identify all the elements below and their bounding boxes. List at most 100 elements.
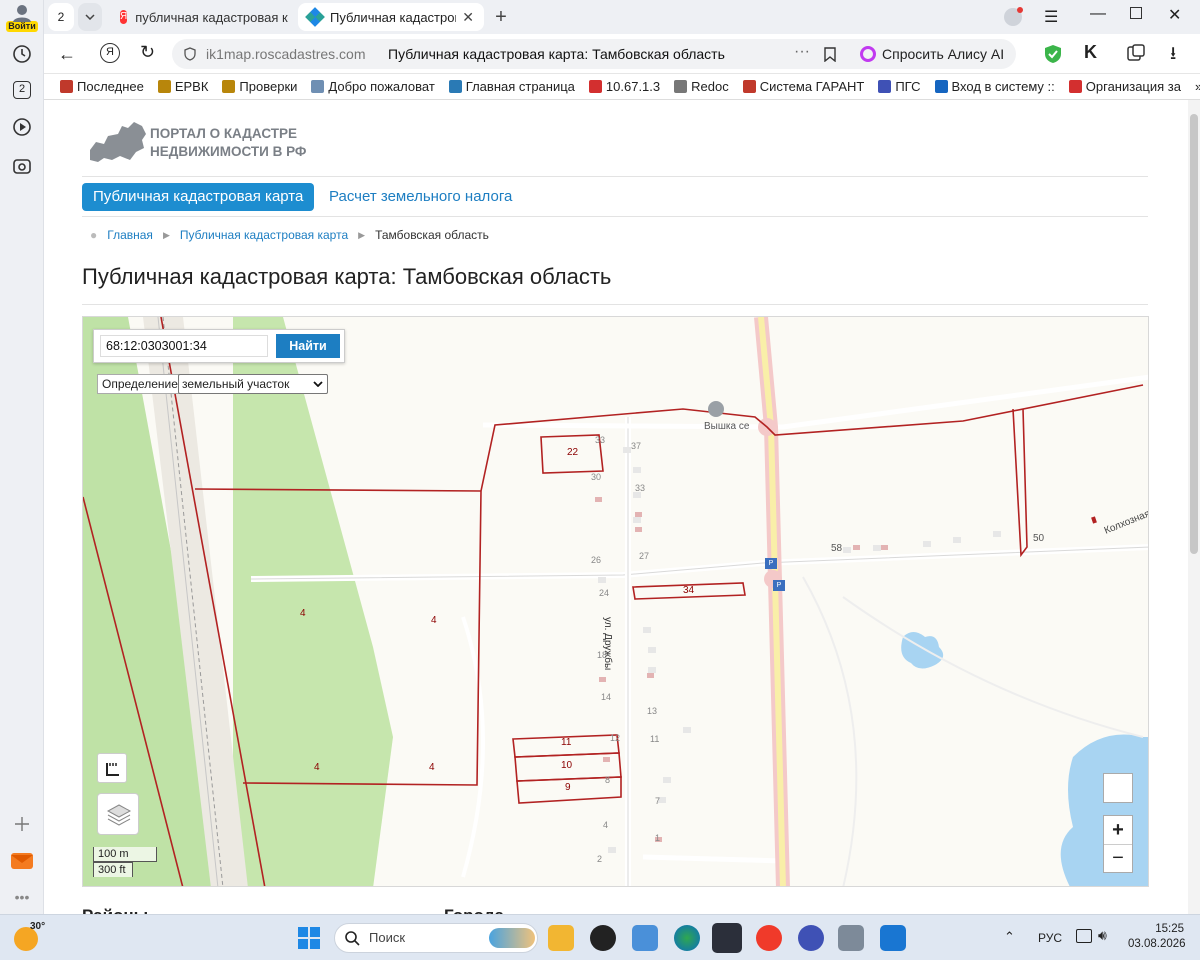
logo-line1: ПОРТАЛ О КАДАСТРЕ bbox=[150, 126, 298, 141]
parcel-label[interactable]: 10 bbox=[561, 760, 572, 771]
camera-icon bbox=[13, 159, 31, 174]
date: 03.08.2026 bbox=[1128, 938, 1186, 950]
close-tab-icon[interactable]: ✕ bbox=[462, 9, 474, 26]
network-app-icon[interactable] bbox=[838, 925, 864, 951]
tab-active[interactable]: Публичная кадастрова ✕ bbox=[298, 3, 484, 31]
breadcrumb-map[interactable]: Публичная кадастровая карта bbox=[180, 228, 348, 242]
minimize-icon[interactable]: — bbox=[1090, 5, 1106, 23]
bookmark-item[interactable]: 10.67.1.3 bbox=[588, 79, 661, 94]
app-icon[interactable] bbox=[590, 925, 616, 951]
zoom-in-button[interactable]: + bbox=[1104, 816, 1132, 845]
add-panel-button[interactable] bbox=[10, 812, 34, 836]
windows-start-icon[interactable] bbox=[298, 927, 320, 949]
bookmark-item[interactable]: Проверки bbox=[222, 79, 297, 94]
cadastral-map[interactable]: Вышка се ул. Дружбы Колхозная Р Р 22 34 … bbox=[82, 316, 1149, 887]
parcel-label[interactable]: 4 bbox=[431, 615, 437, 626]
nav-cadastral-map[interactable]: Публичная кадастровая карта bbox=[82, 183, 315, 211]
map-canvas[interactable] bbox=[83, 317, 1149, 887]
screenshot-button[interactable] bbox=[10, 154, 34, 178]
omnibox[interactable]: ik1map.roscadastres.com Публичная кадаст… bbox=[172, 39, 892, 69]
language-indicator[interactable]: РУС bbox=[1038, 931, 1062, 945]
protect-shield-icon[interactable] bbox=[1044, 44, 1062, 64]
tab-bar: 2 Я публичная кадастровая к Публичная ка… bbox=[44, 0, 1200, 34]
ask-alice-button[interactable]: Спросить Алису AI bbox=[852, 39, 1016, 69]
history-button[interactable] bbox=[10, 42, 34, 66]
store-icon[interactable] bbox=[880, 925, 906, 951]
parcel-label[interactable]: 34 bbox=[683, 585, 694, 596]
profile-button[interactable]: Войти bbox=[6, 4, 38, 34]
ruler-button[interactable] bbox=[97, 753, 127, 783]
find-button[interactable]: Найти bbox=[276, 334, 340, 358]
edge-icon[interactable] bbox=[674, 925, 700, 951]
back-icon[interactable]: ← bbox=[58, 44, 76, 65]
bookmark-item[interactable]: Redoc bbox=[674, 79, 729, 94]
parcel-label[interactable]: 22 bbox=[567, 447, 578, 458]
maximize-icon[interactable] bbox=[1130, 7, 1142, 19]
page-title: Публичная кадастровая карта: Тамбовская … bbox=[82, 264, 612, 289]
bookmark-item[interactable]: ПГС bbox=[878, 79, 921, 94]
nav-land-tax[interactable]: Расчет земельного налога bbox=[329, 183, 512, 211]
profile-avatar-icon[interactable] bbox=[1004, 7, 1023, 26]
taskbar-search[interactable]: Поиск bbox=[334, 923, 538, 953]
new-tab-button[interactable]: + bbox=[488, 3, 514, 31]
volume-icon[interactable]: 🔊︎ bbox=[1098, 927, 1107, 944]
site-logo-text[interactable]: ПОРТАЛ О КАДАСТРЕ НЕДВИЖИМОСТИ В РФ bbox=[150, 125, 306, 161]
parcel-label[interactable]: 4 bbox=[300, 608, 306, 619]
fullscreen-button[interactable] bbox=[1103, 773, 1133, 803]
video-button[interactable] bbox=[10, 115, 34, 139]
browser-sidebar: Войти 2 ••• bbox=[0, 0, 44, 914]
display-icon[interactable] bbox=[1076, 929, 1092, 943]
parcel-label[interactable]: 4 bbox=[314, 762, 320, 773]
tab-list-button[interactable] bbox=[78, 3, 102, 31]
yandex-home-icon[interactable]: Я bbox=[100, 43, 120, 63]
breadcrumb-home[interactable]: Главная bbox=[107, 228, 153, 242]
url-text: ik1map.roscadastres.com bbox=[206, 46, 366, 62]
parcel-label[interactable]: 4 bbox=[429, 762, 435, 773]
tab-inactive[interactable]: Я публичная кадастровая к bbox=[110, 3, 292, 31]
tab-label: публичная кадастровая к bbox=[135, 9, 288, 25]
definition-select[interactable]: земельный участок bbox=[178, 374, 328, 394]
extension-k-icon[interactable]: K bbox=[1084, 42, 1097, 63]
bookmark-item[interactable]: Главная страница bbox=[448, 79, 575, 94]
page-scrollbar[interactable] bbox=[1188, 100, 1200, 914]
bookmark-item[interactable]: Добро пожаловат bbox=[311, 79, 435, 94]
bookmark-item[interactable]: ЕРВК bbox=[157, 79, 208, 94]
house-number: 2 bbox=[597, 854, 603, 864]
close-window-icon[interactable]: ✕ bbox=[1168, 5, 1181, 25]
bookmark-item[interactable]: Вход в систему :: bbox=[934, 79, 1055, 94]
bookmark-icon[interactable] bbox=[824, 47, 836, 62]
bookmark-item[interactable]: Организация за bbox=[1068, 79, 1181, 94]
parcel-label[interactable]: 11 bbox=[561, 737, 571, 748]
yandex-icon[interactable] bbox=[756, 925, 782, 951]
tab-counter[interactable]: 2 bbox=[48, 3, 74, 31]
reload-icon[interactable]: ↻ bbox=[140, 42, 155, 63]
mail-button[interactable] bbox=[10, 848, 34, 872]
parcel-label[interactable]: 9 bbox=[565, 782, 571, 793]
tower-poi-icon[interactable] bbox=[708, 401, 724, 417]
more-icon[interactable]: ••• bbox=[10, 885, 34, 909]
cadastral-number-input[interactable] bbox=[100, 335, 268, 357]
layers-button[interactable] bbox=[97, 793, 139, 835]
tabs-count-button[interactable]: 2 bbox=[10, 78, 34, 102]
zoom-out-button[interactable]: − bbox=[1104, 845, 1132, 873]
file-explorer-icon[interactable] bbox=[548, 925, 574, 951]
bookmark-item[interactable]: Система ГАРАНТ bbox=[742, 79, 864, 94]
house-number: 12 bbox=[610, 733, 621, 743]
menu-icon[interactable]: ☰ bbox=[1044, 7, 1058, 27]
bookmarks-overflow-icon[interactable]: » bbox=[1195, 79, 1200, 94]
bookmark-favicon-icon bbox=[588, 80, 602, 93]
download-icon[interactable]: ⭳ bbox=[1170, 41, 1176, 71]
chevron-up-icon[interactable]: ⌃ bbox=[1004, 929, 1015, 945]
scrollbar-thumb[interactable] bbox=[1190, 114, 1198, 554]
bookmark-label: 10.67.1.3 bbox=[605, 79, 661, 94]
app-c-icon[interactable] bbox=[798, 925, 824, 951]
bookmark-item[interactable]: Последнее bbox=[60, 79, 144, 94]
collections-icon[interactable] bbox=[1126, 44, 1146, 62]
yandex-browser-icon[interactable] bbox=[712, 923, 742, 953]
clock[interactable]: 15:25 03.08.2026 bbox=[1128, 922, 1186, 952]
breadcrumb-current: Тамбовская область bbox=[375, 228, 489, 242]
more-options-icon[interactable]: ··· bbox=[794, 43, 810, 61]
photos-icon[interactable] bbox=[632, 925, 658, 951]
russia-map-logo-icon[interactable] bbox=[86, 120, 148, 162]
bookmark-label: Вход в систему :: bbox=[951, 79, 1055, 94]
